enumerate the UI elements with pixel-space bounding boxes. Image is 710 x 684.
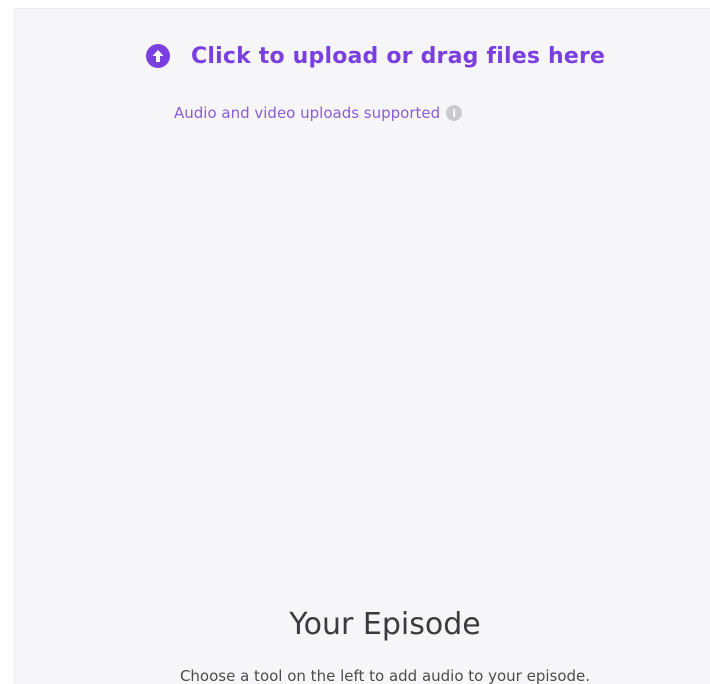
episode-title: Your Episode: [289, 607, 481, 642]
upload-label[interactable]: Click to upload or drag files here: [191, 44, 605, 69]
supported-formats-text: Audio and video uploads supported: [174, 104, 441, 122]
supported-formats-note: Audio and video uploads supported i: [174, 104, 463, 122]
info-icon[interactable]: i: [446, 105, 463, 121]
upload-dropzone[interactable]: Click to upload or drag files here Audio…: [14, 8, 710, 684]
episode-subtitle: Choose a tool on the left to add audio t…: [179, 667, 591, 684]
editor-canvas: Click to upload or drag files here Audio…: [0, 0, 710, 684]
upload-arrow-circle-icon[interactable]: [145, 43, 171, 69]
upload-trigger[interactable]: Click to upload or drag files here: [145, 43, 605, 69]
